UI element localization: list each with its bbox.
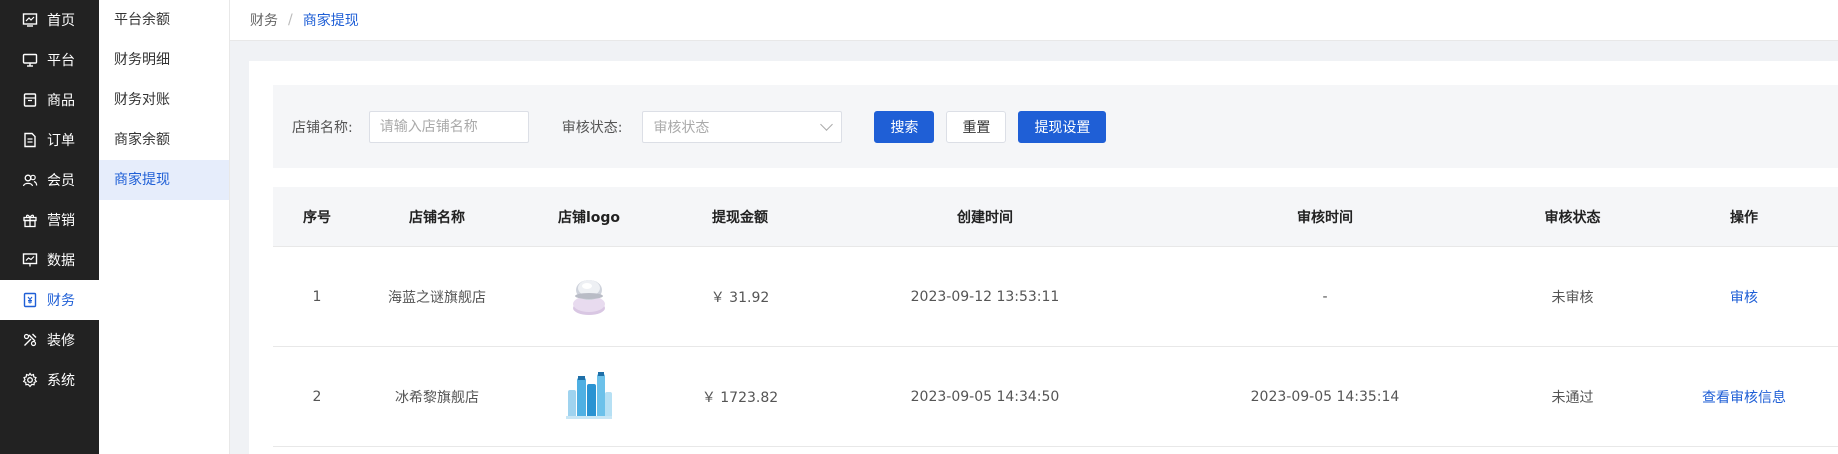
decorate-icon: [22, 332, 38, 348]
table-row: 2 冰希黎旗舰店 ￥ 1723.82 2023-09-05 14:34:50 2…: [273, 347, 1838, 447]
column-header: 序号: [303, 209, 331, 226]
nav-item-orders[interactable]: 订单: [0, 120, 99, 160]
audit-link[interactable]: 审核: [1730, 287, 1758, 307]
nav-item-label: 订单: [47, 133, 75, 149]
breadcrumb-root[interactable]: 财务: [250, 10, 278, 30]
shop-name-input[interactable]: [368, 110, 529, 143]
nav-item-label: 系统: [47, 373, 75, 389]
document-icon: [22, 132, 38, 148]
nav-item-goods[interactable]: 商品: [0, 80, 99, 120]
column-header: 审核状态: [1544, 209, 1601, 226]
shop-logo-image: [562, 270, 616, 324]
shop-name-label: 店铺名称:: [292, 119, 353, 136]
action-cell: 查看审核信息: [1650, 347, 1838, 446]
audit-status-label: 审核状态:: [561, 119, 623, 136]
monitor-icon: [22, 12, 38, 28]
withdrawal-table: 序号 店铺名称 店铺logo 提现金额 创建时间 审核时间 审核状态 操作 1 …: [273, 187, 1838, 447]
column-header: 店铺名称: [409, 209, 465, 226]
nav-item-label: 营销: [47, 213, 75, 229]
nav-item-label: 商品: [47, 93, 75, 109]
nav-item-label: 财务: [47, 293, 75, 309]
users-icon: [22, 172, 38, 188]
gift-icon: [22, 212, 38, 228]
search-button[interactable]: 搜索: [874, 110, 935, 143]
created-time: 2023-09-12 13:53:11: [910, 288, 1060, 305]
subnav-item-finance-details[interactable]: 财务明细: [99, 40, 229, 80]
secondary-sidebar: 平台余额 财务明细 财务对账 商家余额 商家提现: [99, 0, 230, 454]
table-row: 1 海蓝之谜旗舰店 ￥ 31.92 2023-09-12 13:53:11 - …: [273, 247, 1838, 347]
column-header: 创建时间: [957, 209, 1013, 226]
audit-status: 未审核: [1551, 289, 1594, 306]
subnav-item-reconciliation[interactable]: 财务对账: [99, 80, 229, 120]
nav-item-platform[interactable]: 平台: [0, 40, 99, 80]
withdrawal-settings-button[interactable]: 提现设置: [1018, 110, 1107, 143]
column-header: 操作: [1730, 209, 1758, 226]
app: 首页 平台 商品 订单 会员 营销 数据 财务 装修 系统 平台余额 财务明细 …: [0, 0, 1838, 454]
breadcrumb: 财务 / 商家提现: [230, 0, 1838, 41]
nav-item-marketing[interactable]: 营销: [0, 200, 99, 240]
shop-name: 冰希黎旗舰店: [395, 389, 479, 406]
column-header: 审核时间: [1297, 209, 1353, 226]
audit-status: 未通过: [1551, 389, 1594, 406]
nav-item-decorate[interactable]: 装修: [0, 320, 99, 360]
withdrawal-amount: ￥ 1723.82: [701, 389, 779, 406]
box-icon: [22, 92, 38, 108]
nav-item-label: 会员: [47, 173, 75, 189]
table-header: 序号 店铺名称 店铺logo 提现金额 创建时间 审核时间 审核状态 操作: [273, 187, 1838, 247]
subnav-item-merchant-withdrawal[interactable]: 商家提现: [99, 160, 229, 200]
primary-sidebar: 首页 平台 商品 订单 会员 营销 数据 财务 装修 系统: [0, 0, 99, 454]
finance-icon: [22, 292, 38, 308]
desktop-icon: [22, 52, 38, 68]
filter-bar: 店铺名称: 审核状态: 审核状态 搜索 重置 提现设置: [273, 85, 1838, 168]
audit-status-select[interactable]: 审核状态: [642, 110, 843, 143]
shop-logo-image: [562, 370, 616, 424]
breadcrumb-current: 商家提现: [302, 13, 359, 29]
breadcrumb-separator: /: [288, 12, 293, 28]
column-header: 店铺logo: [557, 209, 621, 226]
nav-item-label: 数据: [47, 253, 75, 269]
action-cell: 审核: [1650, 247, 1838, 346]
reset-button[interactable]: 重置: [946, 110, 1007, 143]
nav-item-home[interactable]: 首页: [0, 0, 99, 40]
column-header: 提现金额: [712, 209, 768, 226]
row-index: 2: [312, 388, 322, 405]
audit-time: -: [1322, 288, 1328, 305]
logo-cell: [513, 247, 665, 346]
nav-item-data[interactable]: 数据: [0, 240, 99, 280]
subnav-item-platform-balance[interactable]: 平台余额: [99, 0, 229, 40]
shop-name: 海蓝之谜旗舰店: [388, 289, 486, 306]
gear-icon: [22, 372, 38, 388]
audit-status-placeholder: 审核状态: [653, 119, 710, 136]
nav-item-label: 装修: [47, 333, 75, 349]
chart-icon: [22, 252, 38, 268]
view-audit-info-link[interactable]: 查看审核信息: [1702, 387, 1786, 407]
nav-item-label: 平台: [47, 53, 75, 69]
nav-item-label: 首页: [47, 13, 75, 29]
nav-item-system[interactable]: 系统: [0, 360, 99, 400]
main-content: 店铺名称: 审核状态: 审核状态 搜索 重置 提现设置 序号 店铺名称 店铺lo…: [249, 61, 1838, 454]
nav-item-finance[interactable]: 财务: [0, 280, 99, 320]
nav-item-members[interactable]: 会员: [0, 160, 99, 200]
chevron-down-icon: [820, 118, 834, 131]
created-time: 2023-09-05 14:34:50: [910, 388, 1060, 405]
audit-time: 2023-09-05 14:35:14: [1250, 388, 1400, 405]
logo-cell: [513, 347, 665, 446]
withdrawal-amount: ￥ 31.92: [710, 289, 770, 306]
row-index: 1: [312, 288, 322, 305]
subnav-item-merchant-balance[interactable]: 商家余额: [99, 120, 229, 160]
